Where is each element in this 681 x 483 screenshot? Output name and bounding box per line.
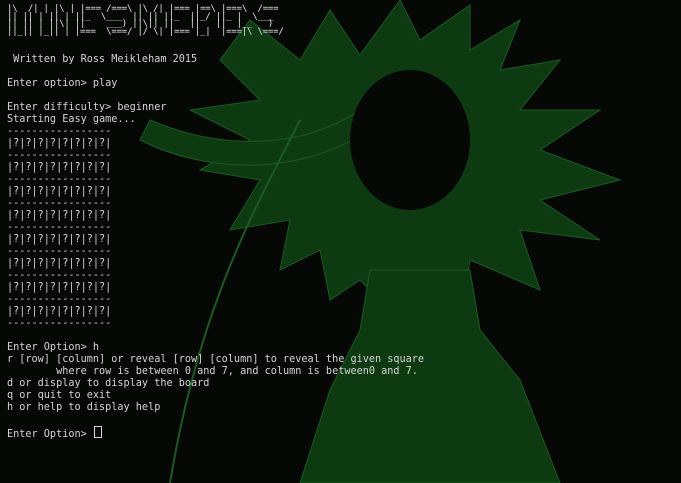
board-row: |?|?|?|?|?|?|?|?| <box>7 258 112 270</box>
board-separator: ----------------- <box>7 246 112 258</box>
board-row: |?|?|?|?|?|?|?|?| <box>7 186 112 198</box>
help-text: r [row] [column] or reveal [row] [column… <box>7 354 424 414</box>
help-line: where row is between 0 and 7, and column… <box>7 366 418 378</box>
game-board: ----------------- |?|?|?|?|?|?|?|?| ----… <box>7 126 424 330</box>
banner-line: ||_|| |_|| | |=== \===/ |/ \| |=== |_| |… <box>7 26 284 37</box>
prompt: Enter Option> <box>7 342 93 354</box>
board-row: |?|?|?|?|?|?|?|?| <box>7 162 112 174</box>
cursor <box>93 426 102 439</box>
help-line: q or quit to exit <box>7 390 112 402</box>
board-separator: ----------------- <box>7 150 112 162</box>
board-separator: ----------------- <box>7 270 112 282</box>
board-row: |?|?|?|?|?|?|?|?| <box>7 306 112 318</box>
board-separator: ----------------- <box>7 126 112 138</box>
author-line: Written by Ross Meikleham 2015 <box>7 54 198 66</box>
prompt: Enter Option> <box>7 429 93 441</box>
board-separator: ----------------- <box>7 174 112 186</box>
help-line: h or help to display help <box>7 402 161 414</box>
board-row: |?|?|?|?|?|?|?|?| <box>7 234 112 246</box>
board-separator: ----------------- <box>7 198 112 210</box>
prompt: Enter difficulty> <box>7 102 118 114</box>
help-line: r [row] [column] or reveal [row] [column… <box>7 354 425 366</box>
terminal[interactable]: |\ /| | |\ | |=== /===\ |\ /| |=== |==\ … <box>7 0 424 441</box>
command-line: Enter Option> h <box>7 342 424 354</box>
board-separator: ----------------- <box>7 222 112 234</box>
command-input: h <box>92 342 100 354</box>
command-input: play <box>92 78 118 90</box>
command-line: Enter difficulty> beginner <box>7 102 424 114</box>
active-command-line[interactable]: Enter Option> <box>7 426 424 441</box>
board-separator: ----------------- <box>7 318 112 330</box>
command-input: beginner <box>117 102 167 114</box>
status-text: Starting Easy game... <box>7 114 136 126</box>
ascii-banner: |\ /| | |\ | |=== /===\ |\ /| |=== |==\ … <box>7 5 424 37</box>
command-line: Enter option> play <box>7 78 424 90</box>
help-line: d or display to display the board <box>7 378 210 390</box>
board-separator: ----------------- <box>7 294 112 306</box>
board-row: |?|?|?|?|?|?|?|?| <box>7 138 112 150</box>
prompt: Enter option> <box>7 78 93 90</box>
board-row: |?|?|?|?|?|?|?|?| <box>7 210 112 222</box>
board-row: |?|?|?|?|?|?|?|?| <box>7 282 112 294</box>
